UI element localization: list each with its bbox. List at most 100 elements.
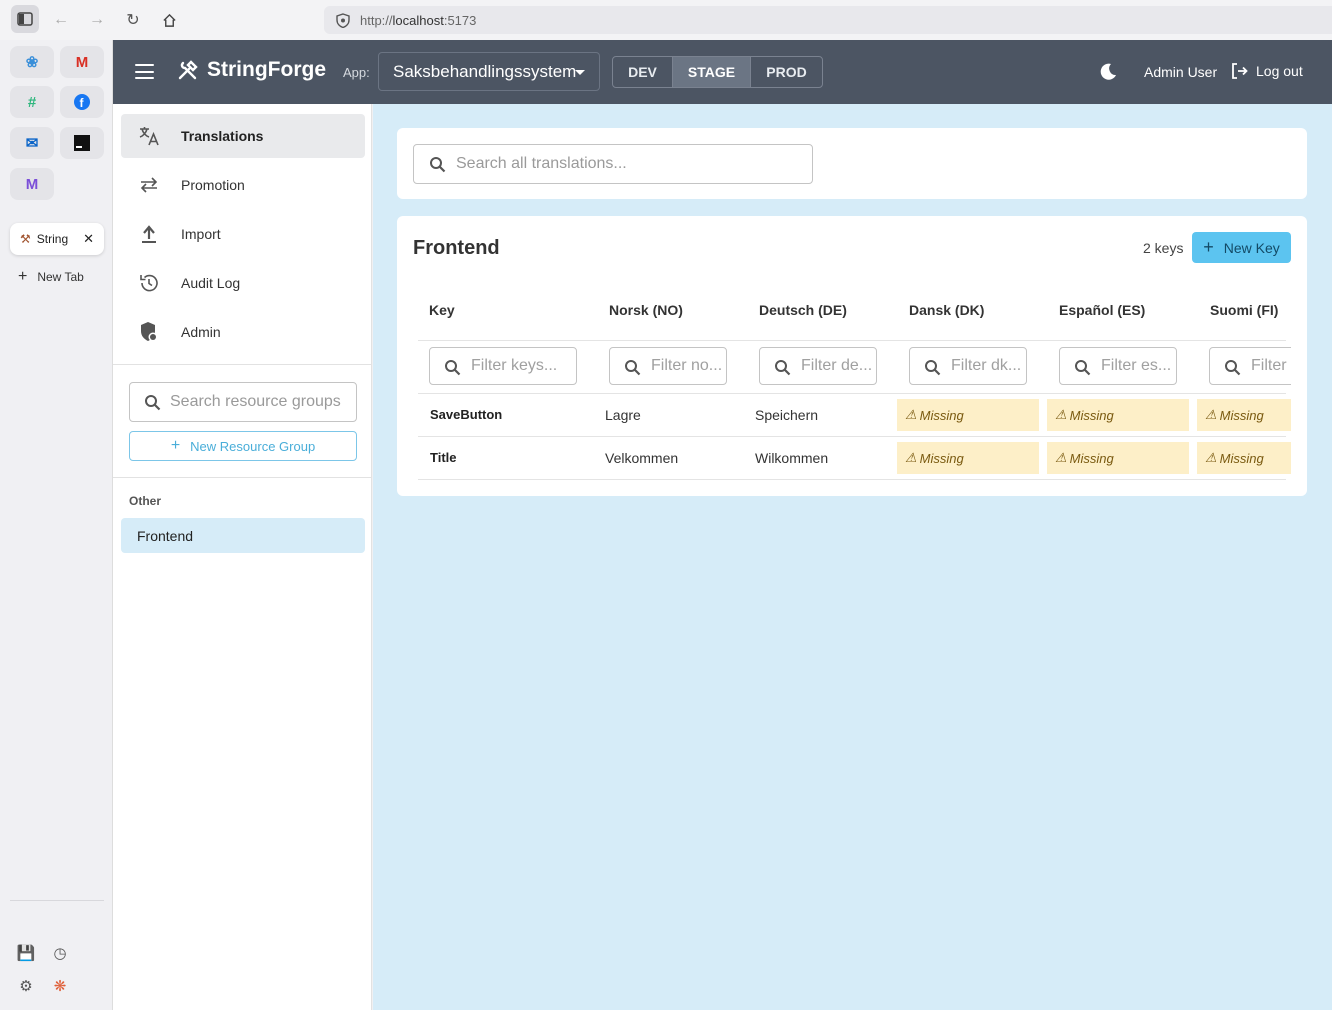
group-title: Frontend: [413, 237, 500, 259]
new-key-button[interactable]: + New Key: [1192, 232, 1291, 263]
sidebar-item-label: Admin: [181, 324, 221, 340]
filter-divider: [418, 393, 1286, 394]
shield-icon: [336, 12, 350, 28]
missing-cell-es[interactable]: ⚠ Missing: [1047, 442, 1189, 474]
pinned-outlook-icon[interactable]: ✉: [10, 127, 54, 159]
env-dev-button[interactable]: DEV: [613, 57, 673, 87]
new-key-label: New Key: [1223, 239, 1280, 256]
column-header-fi[interactable]: Suomi (FI): [1210, 302, 1278, 318]
filter-de-input[interactable]: Filter de...: [759, 347, 877, 385]
missing-cell-dk[interactable]: ⚠ Missing: [897, 399, 1039, 431]
new-tab-label: New Tab: [37, 270, 84, 284]
pinned-slack-icon[interactable]: #: [10, 86, 54, 118]
sidebar-item-admin[interactable]: Admin: [121, 310, 365, 354]
missing-cell-es[interactable]: ⚠ Missing: [1047, 399, 1189, 431]
sidebar-item-label: Translations: [181, 128, 264, 144]
filter-es-input[interactable]: Filter es...: [1059, 347, 1177, 385]
browser-sidebar: ❀ M # f ✉ M ⚒ String ✕ + New Tab 💾 ◷ ⚙ ❋: [0, 40, 113, 1010]
address-bar[interactable]: http://localhost:5173: [324, 6, 1332, 34]
sidebar-toggle-icon[interactable]: [11, 5, 39, 33]
reload-icon[interactable]: ↻: [119, 6, 147, 34]
key-count: 2 keys: [1143, 240, 1184, 256]
swap-icon: [137, 173, 161, 197]
sidebar-item-translations[interactable]: Translations: [121, 114, 365, 158]
translation-search-input[interactable]: Search all translations...: [413, 144, 813, 184]
filter-placeholder: Filter no...: [651, 357, 723, 374]
browser-tab-stringforge[interactable]: ⚒ String ✕: [10, 223, 104, 255]
settings-gear-icon[interactable]: ⚙: [15, 975, 37, 997]
search-icon: [774, 359, 791, 381]
row-divider: [418, 436, 1286, 437]
column-header-de[interactable]: Deutsch (DE): [759, 302, 847, 318]
url-port: :5173: [443, 12, 477, 28]
row-key-cell[interactable]: Title: [430, 450, 457, 465]
env-prod-button[interactable]: PROD: [751, 57, 822, 87]
new-resource-group-label: New Resource Group: [190, 438, 316, 454]
sidebar-divider: [10, 900, 104, 901]
missing-label: Missing: [1219, 407, 1264, 423]
history-clock-icon[interactable]: ◷: [49, 942, 71, 964]
dark-mode-moon-icon[interactable]: [1098, 62, 1118, 82]
logout-button[interactable]: Log out: [1230, 62, 1303, 80]
pinned-terminal-icon[interactable]: [60, 127, 104, 159]
home-icon[interactable]: [155, 6, 183, 34]
sidebar-item-label: Audit Log: [181, 275, 241, 291]
plus-icon: +: [1203, 237, 1214, 257]
app-selected-value: Saksbehandlingssystem: [393, 61, 577, 81]
close-tab-icon[interactable]: ✕: [83, 231, 94, 247]
column-header-no[interactable]: Norsk (NO): [609, 302, 683, 318]
search-icon: [429, 156, 446, 178]
filter-placeholder: Filter de...: [801, 357, 873, 374]
filter-no-input[interactable]: Filter no...: [609, 347, 727, 385]
resource-group-frontend[interactable]: Frontend: [121, 518, 365, 553]
search-icon: [624, 359, 641, 381]
upload-icon: [137, 222, 161, 246]
sidebar-item-audit-log[interactable]: Audit Log: [121, 261, 365, 305]
warning-icon: ⚠: [905, 450, 917, 465]
pinned-gmail-icon[interactable]: M: [60, 46, 104, 78]
missing-label: Missing: [1219, 450, 1264, 466]
sidebar-item-import[interactable]: Import: [121, 212, 365, 256]
translation-cell-no[interactable]: Lagre: [605, 407, 641, 423]
menu-icon[interactable]: [135, 64, 154, 79]
missing-cell-fi[interactable]: ⚠ Missing: [1197, 442, 1291, 474]
missing-cell-dk[interactable]: ⚠ Missing: [897, 442, 1039, 474]
tools-icon: [177, 59, 199, 81]
resource-group-search-input[interactable]: Search resource groups: [129, 382, 357, 422]
new-tab-button[interactable]: + New Tab: [18, 268, 84, 286]
env-stage-button[interactable]: STAGE: [673, 57, 751, 87]
search-placeholder: Search resource groups: [170, 393, 341, 410]
sidebar-item-promotion[interactable]: Promotion: [121, 163, 365, 207]
save-tabs-icon[interactable]: 💾: [15, 942, 37, 964]
warning-icon: ⚠: [1205, 407, 1217, 422]
history-icon: [137, 271, 161, 295]
filter-dk-input[interactable]: Filter dk...: [909, 347, 1027, 385]
pinned-facebook-icon[interactable]: f: [60, 86, 104, 118]
hammer-icon: ⚒: [20, 232, 31, 246]
plus-icon: +: [18, 268, 28, 285]
pinned-octopus-icon[interactable]: ❀: [10, 46, 54, 78]
app-selector[interactable]: Saksbehandlingssystem: [378, 52, 600, 91]
url-prefix: http://: [360, 12, 393, 28]
translation-cell-no[interactable]: Velkommen: [605, 450, 678, 466]
missing-cell-fi[interactable]: ⚠ Missing: [1197, 399, 1291, 431]
search-icon: [444, 359, 461, 381]
column-header-dk[interactable]: Dansk (DK): [909, 302, 984, 318]
column-header-key[interactable]: Key: [429, 302, 455, 318]
translation-cell-de[interactable]: Wilkommen: [755, 450, 828, 466]
search-card: Search all translations...: [397, 128, 1307, 199]
new-resource-group-button[interactable]: + New Resource Group: [129, 431, 357, 461]
back-icon[interactable]: ←: [47, 6, 75, 34]
sparkle-icon[interactable]: ❋: [49, 975, 71, 997]
translations-table: Key Norsk (NO) Deutsch (DE) Dansk (DK) E…: [418, 286, 1291, 480]
forward-icon[interactable]: →: [83, 6, 111, 34]
row-key-cell[interactable]: SaveButton: [430, 407, 502, 422]
sidebar-item-label: Import: [181, 226, 221, 242]
pinned-mail-app-icon[interactable]: M: [10, 168, 54, 200]
filter-fi-input[interactable]: Filter fi...: [1209, 347, 1291, 385]
column-header-es[interactable]: Español (ES): [1059, 302, 1145, 318]
missing-label: Missing: [919, 407, 964, 423]
plus-icon: +: [170, 437, 181, 454]
translation-cell-de[interactable]: Speichern: [755, 407, 818, 423]
filter-keys-input[interactable]: Filter keys...: [429, 347, 577, 385]
